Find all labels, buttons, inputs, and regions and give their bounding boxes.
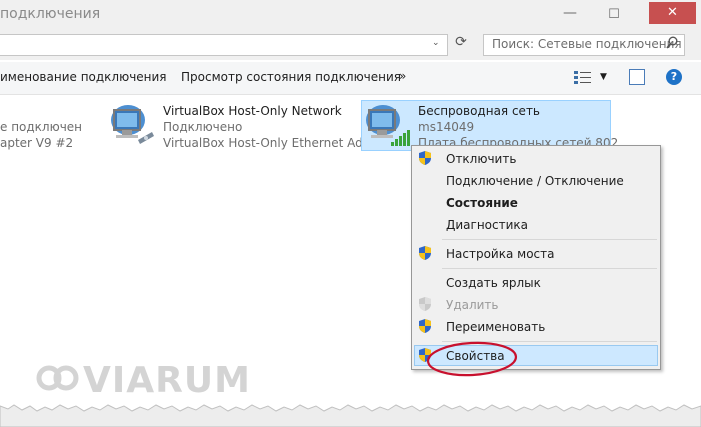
- menu-item-bridge[interactable]: Настройка моста: [446, 247, 554, 261]
- view-icon[interactable]: [574, 70, 592, 84]
- view-status-button[interactable]: Просмотр состояния подключения: [181, 70, 401, 84]
- watermark-text: VIARUM: [83, 360, 251, 401]
- maximize-button[interactable]: ☐: [600, 4, 628, 26]
- watermark-logo-icon: [36, 365, 79, 391]
- address-bar[interactable]: [0, 34, 448, 56]
- connection-2-status: Подключено: [163, 120, 243, 134]
- menu-item-delete: Удалить: [446, 298, 499, 312]
- title-bar: [0, 0, 701, 30]
- connection-2-name: VirtualBox Host-Only Network: [163, 104, 342, 118]
- menu-separator: [442, 268, 657, 269]
- connection-2-adapter: VirtualBox Host-Only Ethernet Ad...: [163, 136, 375, 150]
- menu-item-diagnostics[interactable]: Диагностика: [446, 218, 528, 232]
- connection-3-ssid: ms14049: [418, 120, 475, 134]
- network-computer-icon[interactable]: [108, 102, 156, 150]
- connection-1-adapter: apter V9 #2: [0, 136, 74, 150]
- menu-separator: [442, 239, 657, 240]
- search-placeholder: Поиск: Сетевые подключения: [492, 37, 682, 51]
- window-title: подключения: [0, 6, 101, 22]
- uac-shield-icon: [419, 297, 431, 311]
- search-icon[interactable]: [666, 36, 678, 50]
- help-icon[interactable]: ?: [666, 69, 682, 85]
- menu-item-connect-disconnect[interactable]: Подключение / Отключение: [446, 174, 624, 188]
- view-dropdown-icon[interactable]: ▼: [600, 72, 607, 82]
- torn-edge: [0, 404, 701, 427]
- annotation-circle: [426, 341, 518, 377]
- menu-item-disconnect[interactable]: Отключить: [446, 152, 516, 166]
- connection-1-status: е подключен: [0, 120, 83, 134]
- uac-shield-icon: [419, 151, 431, 165]
- uac-shield-icon: [419, 319, 431, 333]
- refresh-icon[interactable]: ⟳: [453, 34, 469, 50]
- more-commands-button[interactable]: »: [399, 69, 406, 83]
- menu-item-rename[interactable]: Переименовать: [446, 320, 545, 334]
- wifi-signal-icon: [366, 105, 410, 146]
- menu-item-create-shortcut[interactable]: Создать ярлык: [446, 276, 541, 290]
- uac-shield-icon: [419, 246, 431, 260]
- preview-pane-icon[interactable]: [629, 69, 645, 85]
- minimize-button[interactable]: —: [556, 4, 584, 26]
- close-button[interactable]: ✕: [649, 2, 696, 24]
- connection-3-name: Беспроводная сеть: [418, 104, 541, 118]
- rename-connection-button[interactable]: именование подключения: [0, 70, 167, 84]
- chevron-down-icon[interactable]: ⌄: [432, 38, 440, 48]
- menu-item-status[interactable]: Состояние: [446, 196, 518, 210]
